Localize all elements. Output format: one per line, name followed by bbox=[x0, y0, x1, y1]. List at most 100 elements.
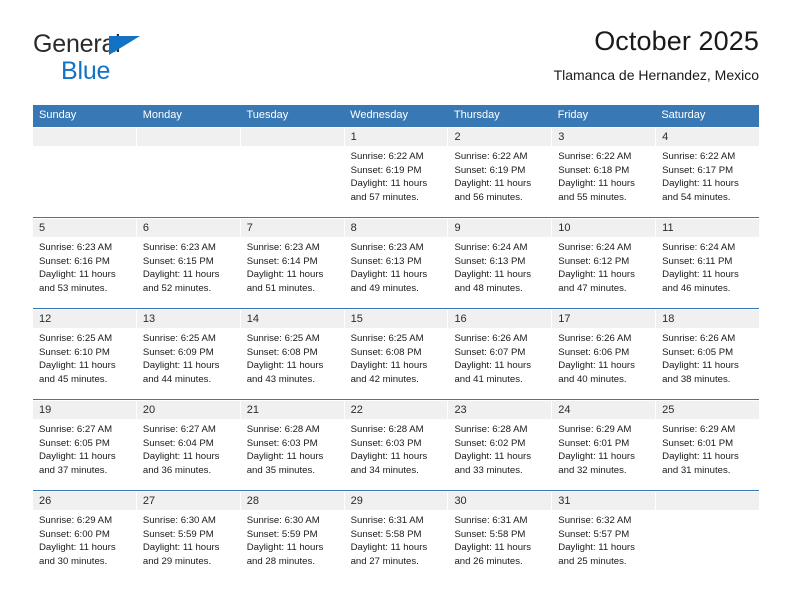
day-number-strip: 17 bbox=[552, 310, 656, 328]
sunrise-text: Sunrise: 6:22 AM bbox=[662, 151, 736, 162]
day-number-strip: 16 bbox=[448, 310, 552, 328]
sunset-text: Sunset: 5:59 PM bbox=[246, 528, 318, 540]
day-number-strip: 1 bbox=[344, 128, 448, 146]
sunrise-text: Sunrise: 6:28 AM bbox=[246, 424, 320, 435]
sunset-text: Sunset: 6:05 PM bbox=[39, 437, 110, 449]
day-number-strip: 18 bbox=[656, 310, 760, 328]
daylight-text: Daylight: 11 hours and 32 minutes. bbox=[558, 451, 635, 476]
day-cell-23[interactable]: 23 Sunrise: 6:28 AM Sunset: 6:02 PM Dayligh… bbox=[448, 401, 553, 490]
day-number-strip: 30 bbox=[448, 492, 552, 510]
daylight-text: Daylight: 11 hours and 53 minutes. bbox=[39, 269, 116, 294]
day-details: Sunrise: 6:22 AM Sunset: 6:17 PM Daylight:… bbox=[656, 146, 759, 204]
day-cell-7[interactable]: 7 Sunrise: 6:23 AM Sunset: 6:14 PM Daylight… bbox=[240, 219, 345, 308]
daylight-text: Daylight: 11 hours and 33 minutes. bbox=[454, 451, 532, 476]
generalblue-logo[interactable]: General Blue bbox=[33, 32, 173, 90]
day-number-strip: 8 bbox=[344, 219, 448, 237]
daylight-text: Daylight: 11 hours and 48 minutes. bbox=[454, 269, 532, 294]
sunset-text: Sunset: 6:06 PM bbox=[558, 346, 630, 358]
day-number: 31 bbox=[558, 495, 571, 507]
sunset-text: Sunset: 6:04 PM bbox=[142, 437, 214, 449]
day-cell-11[interactable]: 11 Sunrise: 6:24 AM Sunset: 6:11 PM Dayligh… bbox=[656, 219, 760, 308]
day-details: Sunrise: 6:23 AM Sunset: 6:15 PM Daylight:… bbox=[137, 237, 240, 295]
day-details: Sunrise: 6:25 AM Sunset: 6:09 PM Daylight:… bbox=[137, 328, 240, 386]
day-number-strip: 20 bbox=[136, 401, 240, 419]
day-number-strip: 2 bbox=[448, 128, 552, 146]
day-cell-5[interactable]: 5 Sunrise: 6:23 AM Sunset: 6:16 PM Daylight… bbox=[33, 219, 137, 308]
sunset-text: Sunset: 6:16 PM bbox=[39, 255, 110, 267]
sunset-text: Sunset: 5:57 PM bbox=[558, 528, 630, 540]
day-number-strip bbox=[136, 128, 240, 146]
day-cell-6[interactable]: 6 Sunrise: 6:23 AM Sunset: 6:15 PM Daylight… bbox=[136, 219, 241, 308]
day-cell-29[interactable]: 29 Sunrise: 6:31 AM Sunset: 5:58 PM Dayligh… bbox=[344, 492, 449, 581]
day-cell-26[interactable]: 26 Sunrise: 6:29 AM Sunset: 6:00 PM Dayligh… bbox=[33, 492, 137, 581]
sunset-text: Sunset: 6:19 PM bbox=[454, 164, 526, 176]
day-details: Sunrise: 6:29 AM Sunset: 6:00 PM Daylight:… bbox=[33, 510, 136, 568]
day-cell-17[interactable]: 17 Sunrise: 6:26 AM Sunset: 6:06 PM Dayligh… bbox=[552, 310, 657, 399]
day-cell-28[interactable]: 28 Sunrise: 6:30 AM Sunset: 5:59 PM Dayligh… bbox=[240, 492, 345, 581]
day-number: 3 bbox=[558, 131, 565, 143]
day-number: 15 bbox=[350, 313, 363, 325]
day-cell-10[interactable]: 10 Sunrise: 6:24 AM Sunset: 6:12 PM Dayligh… bbox=[552, 219, 657, 308]
day-cell-3[interactable]: 3 Sunrise: 6:22 AM Sunset: 6:18 PM Daylight… bbox=[552, 128, 657, 217]
day-cell-27[interactable]: 27 Sunrise: 6:30 AM Sunset: 5:59 PM Dayligh… bbox=[136, 492, 241, 581]
day-details: Sunrise: 6:24 AM Sunset: 6:13 PM Daylight:… bbox=[448, 237, 551, 295]
logo-text-blue: Blue bbox=[61, 57, 111, 85]
day-number: 27 bbox=[142, 495, 156, 507]
day-cell-30[interactable]: 30 Sunrise: 6:31 AM Sunset: 5:58 PM Dayligh… bbox=[448, 492, 553, 581]
day-cell-25[interactable]: 25 Sunrise: 6:29 AM Sunset: 6:01 PM Dayligh… bbox=[656, 401, 760, 490]
day-number-strip: 6 bbox=[136, 219, 240, 237]
daylight-text: Daylight: 11 hours and 54 minutes. bbox=[662, 178, 739, 203]
day-number-strip bbox=[656, 492, 760, 510]
day-cell-12[interactable]: 12 Sunrise: 6:25 AM Sunset: 6:10 PM Dayligh… bbox=[33, 310, 137, 399]
sunrise-text: Sunrise: 6:32 AM bbox=[558, 515, 632, 526]
weekday-header-saturday: Saturday bbox=[661, 109, 706, 121]
sunset-text: Sunset: 6:15 PM bbox=[142, 255, 214, 267]
day-cell-24[interactable]: 24 Sunrise: 6:29 AM Sunset: 6:01 PM Dayligh… bbox=[552, 401, 657, 490]
day-cell-19[interactable]: 19 Sunrise: 6:27 AM Sunset: 6:05 PM Dayligh… bbox=[33, 401, 137, 490]
day-cell-2[interactable]: 2 Sunrise: 6:22 AM Sunset: 6:19 PM Daylight… bbox=[448, 128, 553, 217]
daylight-text: Daylight: 11 hours and 34 minutes. bbox=[350, 451, 428, 476]
day-cell-22[interactable]: 22 Sunrise: 6:28 AM Sunset: 6:03 PM Dayligh… bbox=[344, 401, 449, 490]
day-cell-14[interactable]: 14 Sunrise: 6:25 AM Sunset: 6:08 PM Dayligh… bbox=[240, 310, 345, 399]
sunrise-text: Sunrise: 6:22 AM bbox=[558, 151, 632, 162]
sunset-text: Sunset: 6:12 PM bbox=[558, 255, 630, 267]
day-cell-9[interactable]: 9 Sunrise: 6:24 AM Sunset: 6:13 PM Daylight… bbox=[448, 219, 553, 308]
day-cell-31[interactable]: 31 Sunrise: 6:32 AM Sunset: 5:57 PM Dayligh… bbox=[552, 492, 657, 581]
day-cell-16[interactable]: 16 Sunrise: 6:26 AM Sunset: 6:07 PM Dayligh… bbox=[448, 310, 553, 399]
day-details: Sunrise: 6:28 AM Sunset: 6:03 PM Daylight:… bbox=[241, 419, 344, 477]
sunrise-text: Sunrise: 6:23 AM bbox=[39, 242, 113, 253]
sunset-text: Sunset: 6:11 PM bbox=[662, 255, 733, 267]
daylight-text: Daylight: 11 hours and 36 minutes. bbox=[142, 451, 220, 476]
day-cell-1[interactable]: 1 Sunrise: 6:22 AM Sunset: 6:19 PM Daylight… bbox=[344, 128, 449, 217]
daylight-text: Daylight: 11 hours and 49 minutes. bbox=[350, 269, 428, 294]
sunset-text: Sunset: 5:59 PM bbox=[142, 528, 214, 540]
day-cell-4[interactable]: 4 Sunrise: 6:22 AM Sunset: 6:17 PM Daylight… bbox=[656, 128, 760, 217]
day-number-strip: 26 bbox=[33, 492, 136, 510]
day-cell-empty bbox=[240, 128, 345, 217]
day-cell-18[interactable]: 18 Sunrise: 6:26 AM Sunset: 6:05 PM Dayligh… bbox=[656, 310, 760, 399]
day-cell-21[interactable]: 21 Sunrise: 6:28 AM Sunset: 6:03 PM Dayligh… bbox=[240, 401, 345, 490]
daylight-text: Daylight: 11 hours and 57 minutes. bbox=[350, 178, 428, 203]
day-number: 13 bbox=[142, 313, 156, 325]
day-number: 2 bbox=[454, 131, 461, 143]
day-number-strip bbox=[33, 128, 136, 146]
daylight-text: Daylight: 11 hours and 26 minutes. bbox=[454, 542, 532, 567]
day-cell-15[interactable]: 15 Sunrise: 6:25 AM Sunset: 6:08 PM Dayligh… bbox=[344, 310, 449, 399]
sunrise-text: Sunrise: 6:29 AM bbox=[39, 515, 113, 526]
sunset-text: Sunset: 6:13 PM bbox=[454, 255, 526, 267]
day-number: 26 bbox=[39, 495, 52, 507]
day-cell-13[interactable]: 13 Sunrise: 6:25 AM Sunset: 6:09 PM Dayligh… bbox=[136, 310, 241, 399]
sunrise-text: Sunrise: 6:24 AM bbox=[454, 242, 528, 253]
day-cell-8[interactable]: 8 Sunrise: 6:23 AM Sunset: 6:13 PM Daylight… bbox=[344, 219, 449, 308]
daylight-text: Daylight: 11 hours and 55 minutes. bbox=[558, 178, 635, 203]
day-number-strip: 14 bbox=[240, 310, 344, 328]
day-details: Sunrise: 6:23 AM Sunset: 6:13 PM Daylight:… bbox=[345, 237, 448, 295]
day-details: Sunrise: 6:24 AM Sunset: 6:11 PM Daylight:… bbox=[656, 237, 759, 295]
day-number: 30 bbox=[454, 495, 467, 507]
day-cell-empty bbox=[33, 128, 137, 217]
daylight-text: Daylight: 11 hours and 56 minutes. bbox=[454, 178, 532, 203]
day-number: 23 bbox=[454, 404, 467, 416]
sunset-text: Sunset: 6:01 PM bbox=[662, 437, 734, 449]
day-cell-20[interactable]: 20 Sunrise: 6:27 AM Sunset: 6:04 PM Dayligh… bbox=[136, 401, 241, 490]
sunrise-text: Sunrise: 6:27 AM bbox=[39, 424, 113, 435]
